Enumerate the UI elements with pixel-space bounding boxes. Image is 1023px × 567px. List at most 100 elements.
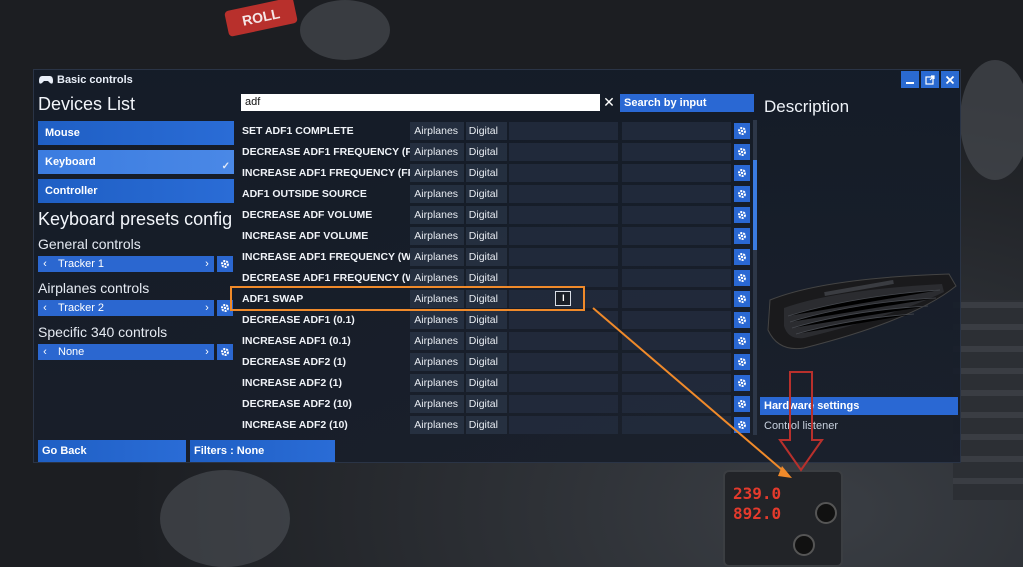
table-row[interactable]: SET ADF1 COMPLETE Airplanes Digital xyxy=(240,120,750,141)
binding-category: Airplanes xyxy=(410,226,464,245)
minimize-icon xyxy=(906,81,914,84)
secondary-binding-slot[interactable] xyxy=(622,289,732,308)
primary-binding-slot[interactable] xyxy=(509,310,619,329)
table-row[interactable]: INCREASE ADF1 FREQUENCY (WHO Airplanes Dig… xyxy=(240,246,750,267)
primary-binding-slot[interactable] xyxy=(509,121,619,140)
binding-settings-button[interactable] xyxy=(734,248,750,265)
table-row[interactable]: DECREASE ADF1 FREQUENCY (FRACAirplanesDi… xyxy=(240,141,750,162)
search-input[interactable] xyxy=(241,94,600,111)
primary-binding-slot[interactable] xyxy=(509,142,619,161)
secondary-binding-slot[interactable] xyxy=(622,394,732,413)
scrollbar-thumb[interactable] xyxy=(753,160,757,250)
secondary-binding-slot[interactable] xyxy=(622,331,732,350)
minimize-button[interactable] xyxy=(901,71,919,88)
specific-preset-selector[interactable]: ‹ None › xyxy=(38,344,214,360)
primary-binding-slot[interactable] xyxy=(509,205,619,224)
binding-settings-button[interactable] xyxy=(734,416,750,433)
primary-binding-slot[interactable] xyxy=(509,331,619,350)
secondary-binding-slot[interactable] xyxy=(622,121,732,140)
window-controls xyxy=(901,71,959,88)
chevron-right-icon[interactable]: › xyxy=(200,258,214,270)
specific-preset-settings-button[interactable] xyxy=(217,344,233,360)
binding-settings-button[interactable] xyxy=(734,227,750,244)
chevron-right-icon[interactable]: › xyxy=(200,346,214,358)
binding-settings-button[interactable] xyxy=(734,332,750,349)
chevron-left-icon[interactable]: ‹ xyxy=(38,346,52,358)
search-by-input-button[interactable]: Search by input xyxy=(620,94,754,112)
secondary-binding-slot[interactable] xyxy=(622,268,732,287)
table-row[interactable]: INCREASE ADF VOLUME Airplanes Digital xyxy=(240,225,750,246)
binding-type: Digital xyxy=(465,184,508,203)
general-preset-selector[interactable]: ‹ Tracker 1 › xyxy=(38,256,214,272)
primary-binding-slot[interactable] xyxy=(509,352,619,371)
binding-settings-button[interactable] xyxy=(734,395,750,412)
table-row[interactable]: DECREASE ADF2 (10) Airplanes Digital xyxy=(240,393,750,414)
secondary-binding-slot[interactable] xyxy=(622,373,732,392)
binding-settings-button[interactable] xyxy=(734,311,750,328)
binding-category: Airplanes xyxy=(410,247,464,266)
go-back-button[interactable]: Go Back xyxy=(38,440,186,462)
table-row[interactable]: INCREASE ADF1 (0.1) Airplanes Digital xyxy=(240,330,750,351)
gear-icon xyxy=(738,294,747,303)
table-row[interactable]: DECREASE ADF VOLUME Airplanes Digital xyxy=(240,204,750,225)
binding-category: Airplanes xyxy=(410,121,464,140)
primary-binding-slot[interactable] xyxy=(509,247,619,266)
device-mouse-button[interactable]: Mouse xyxy=(38,121,234,145)
checkmark-icon: ✓ xyxy=(221,161,230,172)
binding-type: Digital xyxy=(465,415,508,434)
secondary-binding-slot[interactable] xyxy=(622,205,732,224)
chevron-left-icon[interactable]: ‹ xyxy=(38,258,52,270)
hardware-settings-button[interactable]: Hardware settings xyxy=(760,397,958,415)
primary-binding-slot[interactable] xyxy=(509,163,619,182)
binding-type: Digital xyxy=(465,226,508,245)
table-row[interactable]: INCREASE ADF2 (1) Airplanes Digital xyxy=(240,372,750,393)
table-row[interactable]: DECREASE ADF1 (0.1) Airplanes Digital xyxy=(240,309,750,330)
secondary-binding-slot[interactable] xyxy=(622,163,732,182)
secondary-binding-slot[interactable] xyxy=(622,247,732,266)
popout-icon xyxy=(925,74,935,85)
chevron-right-icon[interactable]: › xyxy=(200,302,214,314)
gear-icon xyxy=(738,147,747,156)
secondary-binding-slot[interactable] xyxy=(622,415,732,434)
primary-binding-slot[interactable] xyxy=(509,373,619,392)
primary-binding-slot[interactable] xyxy=(509,184,619,203)
binding-settings-button[interactable] xyxy=(734,206,750,223)
airplanes-preset-selector[interactable]: ‹ Tracker 2 › xyxy=(38,300,214,316)
binding-category: Airplanes xyxy=(410,373,464,392)
table-scrollbar[interactable] xyxy=(753,120,757,435)
device-keyboard-button[interactable]: Keyboard ✓ xyxy=(38,150,234,174)
binding-settings-button[interactable] xyxy=(734,122,750,139)
secondary-binding-slot[interactable] xyxy=(622,310,732,329)
table-row[interactable]: DECREASE ADF1 FREQUENCY (WHOAirplanesDig… xyxy=(240,267,750,288)
binding-type: Digital xyxy=(465,205,508,224)
binding-settings-button[interactable] xyxy=(734,143,750,160)
binding-category: Airplanes xyxy=(410,163,464,182)
primary-binding-slot[interactable] xyxy=(509,268,619,287)
secondary-binding-slot[interactable] xyxy=(622,184,732,203)
filters-button[interactable]: Filters : None xyxy=(190,440,335,462)
secondary-binding-slot[interactable] xyxy=(622,352,732,371)
chevron-left-icon[interactable]: ‹ xyxy=(38,302,52,314)
primary-binding-slot[interactable] xyxy=(509,415,619,434)
binding-settings-button[interactable] xyxy=(734,353,750,370)
clear-search-button[interactable]: ✕ xyxy=(602,94,616,111)
binding-settings-button[interactable] xyxy=(734,269,750,286)
binding-settings-button[interactable] xyxy=(734,164,750,181)
binding-settings-button[interactable] xyxy=(734,290,750,307)
primary-binding-slot[interactable] xyxy=(509,394,619,413)
binding-settings-button[interactable] xyxy=(734,374,750,391)
gear-icon xyxy=(738,210,747,219)
close-button[interactable] xyxy=(941,71,959,88)
device-controller-button[interactable]: Controller xyxy=(38,179,234,203)
adf-display-top: 239.0 xyxy=(733,484,782,503)
secondary-binding-slot[interactable] xyxy=(622,226,732,245)
table-row[interactable]: INCREASE ADF1 FREQUENCY (FRACAirplanesDi… xyxy=(240,162,750,183)
popout-button[interactable] xyxy=(921,71,939,88)
binding-settings-button[interactable] xyxy=(734,185,750,202)
table-row[interactable]: ADF1 OUTSIDE SOURCE Airplanes Digital xyxy=(240,183,750,204)
secondary-binding-slot[interactable] xyxy=(622,142,732,161)
table-row[interactable]: DECREASE ADF2 (1) Airplanes Digital xyxy=(240,351,750,372)
general-preset-settings-button[interactable] xyxy=(217,256,233,272)
table-row[interactable]: INCREASE ADF2 (10) Airplanes Digital xyxy=(240,414,750,435)
primary-binding-slot[interactable] xyxy=(509,226,619,245)
